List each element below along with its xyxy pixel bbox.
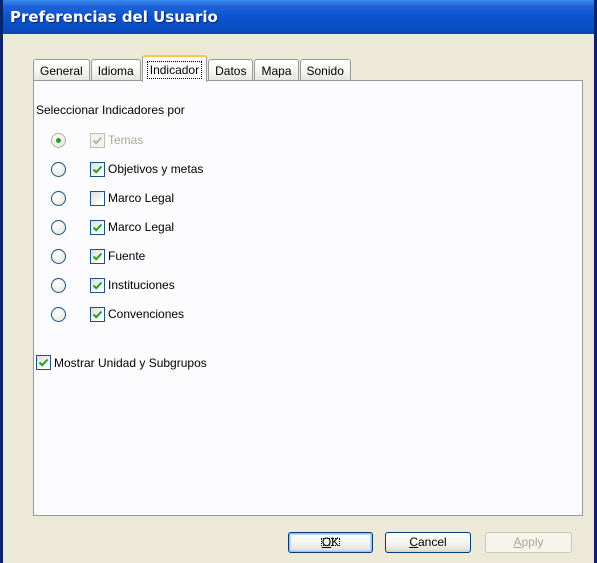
check-mark-icon	[92, 223, 103, 232]
option-label: Fuente	[108, 249, 146, 263]
check-mark-icon	[92, 136, 103, 145]
apply-button[interactable]: Apply	[485, 532, 572, 553]
option-label: Convenciones	[108, 307, 185, 321]
title-bar[interactable]: Preferencias del Usuario	[3, 0, 594, 34]
option-row-marco-legal-2: Marco Legal	[51, 219, 174, 235]
apply-mnemonic: A	[513, 535, 522, 549]
tab-sonido[interactable]: Sonido	[299, 59, 351, 81]
tab-label: Mapa	[261, 63, 292, 78]
cancel-button[interactable]: Cancel	[385, 532, 471, 553]
option-row-objetivos: Objetivos y metas	[51, 161, 203, 177]
tab-general[interactable]: General	[33, 59, 90, 81]
tab-indicador[interactable]: Indicador	[141, 55, 208, 82]
tab-datos[interactable]: Datos	[208, 59, 254, 81]
option-row-convenciones: Convenciones	[51, 306, 184, 322]
ok-button[interactable]: OK	[288, 532, 373, 553]
show-unit-subgroups-label: Mostrar Unidad y Subgrupos	[54, 355, 207, 370]
window-title: Preferencias del Usuario	[10, 8, 218, 26]
apply-label-rest: pply	[521, 535, 544, 549]
checkbox-marco-legal-1[interactable]	[90, 190, 105, 206]
tab-label: Idioma	[97, 63, 134, 78]
radio-fuente[interactable]	[51, 248, 66, 264]
cancel-label-rest: ancel	[417, 535, 447, 549]
section-label: Seleccionar Indicadores por	[36, 103, 185, 117]
option-label: Marco Legal	[108, 191, 175, 205]
option-label: Instituciones	[108, 278, 175, 292]
radio-objetivos[interactable]	[51, 161, 66, 177]
check-mark-icon	[92, 165, 103, 174]
option-label: Objetivos y metas	[108, 162, 204, 176]
tab-label: General	[40, 63, 83, 78]
option-label: Temas	[108, 133, 144, 147]
tab-label: Sonido	[306, 63, 344, 78]
checkbox-marco-legal-2[interactable]	[90, 219, 105, 235]
tab-mapa[interactable]: Mapa	[254, 59, 299, 81]
checkbox-objetivos[interactable]	[90, 161, 105, 177]
show-unit-subgroups-checkbox[interactable]	[36, 355, 51, 370]
option-row-temas: Temas	[51, 132, 143, 148]
check-mark-icon	[92, 310, 103, 319]
tab-label: Indicador	[146, 60, 203, 79]
tab-label: Datos	[215, 63, 247, 78]
radio-temas[interactable]	[51, 132, 66, 148]
checkbox-convenciones[interactable]	[90, 306, 105, 322]
radio-instituciones[interactable]	[51, 277, 66, 293]
cancel-mnemonic: C	[409, 535, 418, 549]
radio-marco-legal-1[interactable]	[51, 190, 66, 206]
check-mark-icon	[92, 252, 103, 261]
ok-mnemonic: O	[321, 535, 332, 549]
option-row-instituciones: Instituciones	[51, 277, 175, 293]
radio-convenciones[interactable]	[51, 306, 66, 322]
option-label: Marco Legal	[108, 220, 175, 234]
check-mark-icon	[38, 358, 49, 367]
checkbox-fuente[interactable]	[90, 248, 105, 264]
option-row-marco-legal-1: Marco Legal	[51, 190, 174, 206]
tab-strip: General Idioma Indicador Datos Mapa Soni…	[33, 55, 352, 82]
show-unit-subgroups-row: Mostrar Unidad y Subgrupos	[36, 355, 207, 370]
checkbox-temas[interactable]	[90, 132, 105, 148]
option-row-fuente: Fuente	[51, 248, 145, 264]
tab-idioma[interactable]: Idioma	[90, 59, 141, 81]
radio-marco-legal-2[interactable]	[51, 219, 66, 235]
ok-label-rest: K	[331, 535, 340, 549]
check-mark-icon	[92, 281, 103, 290]
checkbox-instituciones[interactable]	[90, 277, 105, 293]
